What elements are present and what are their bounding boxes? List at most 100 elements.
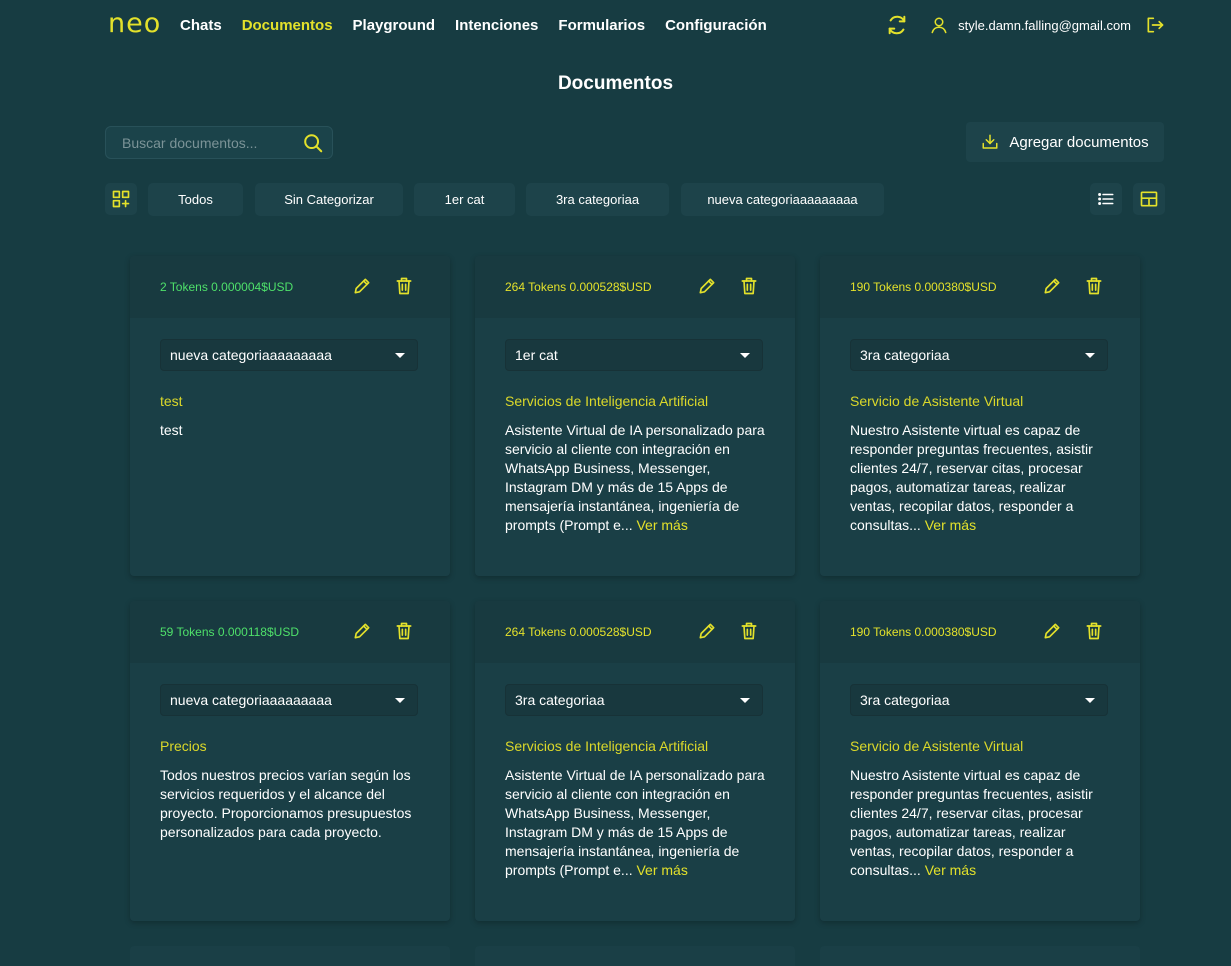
card-header: 264 Tokens 0.000528$USD <box>475 601 795 663</box>
filter-chip-3ra-categoriaa[interactable]: 3ra categoriaa <box>526 183 669 216</box>
edit-icon[interactable] <box>352 276 372 296</box>
list-icon <box>1098 193 1114 205</box>
card-header: 264 Tokens 0.000528$USD <box>475 256 795 318</box>
filter-chip-sin-categorizar[interactable]: Sin Categorizar <box>255 183 403 216</box>
document-body: Nuestro Asistente virtual es capaz de re… <box>850 766 1112 880</box>
document-body: Asistente Virtual de IA personalizado pa… <box>505 766 767 880</box>
download-icon <box>982 134 998 149</box>
category-grid-plus-icon <box>112 190 130 208</box>
nav-links: Chats Documentos Playground Intenciones … <box>180 16 767 36</box>
document-card: 264 Tokens 0.000528$USD 1er cat Servicios … <box>475 256 795 576</box>
ver-mas-link[interactable]: Ver más <box>925 517 976 533</box>
trash-icon[interactable] <box>1084 276 1104 296</box>
category-select-value: 3ra categoriaa <box>515 692 605 708</box>
document-body: Asistente Virtual de IA personalizado pa… <box>505 421 767 535</box>
token-count: 264 Tokens 0.000528$USD <box>505 625 652 639</box>
document-excerpt: Todos nuestros precios varían según los … <box>160 767 412 840</box>
token-count: 59 Tokens 0.000118$USD <box>160 625 299 639</box>
nav-link-playground[interactable]: Playground <box>353 16 436 36</box>
category-select[interactable]: nueva categoriaaaaaaaaa <box>160 339 418 371</box>
category-select[interactable]: nueva categoriaaaaaaaaa <box>160 684 418 716</box>
document-body: Todos nuestros precios varían según los … <box>160 766 422 842</box>
list-view-button[interactable] <box>1090 183 1122 215</box>
edit-icon[interactable] <box>352 621 372 641</box>
document-title: Servicios de Inteligencia Artificial <box>505 738 709 754</box>
document-title: Servicio de Asistente Virtual <box>850 393 1024 409</box>
document-card-partial <box>820 946 1140 966</box>
add-category-button[interactable] <box>105 183 137 215</box>
nav-user-area: style.damn.falling@gmail.com <box>886 14 1165 36</box>
add-documents-label: Agregar documentos <box>1009 133 1149 151</box>
category-select[interactable]: 3ra categoriaa <box>850 684 1108 716</box>
nav-link-configuracion[interactable]: Configuración <box>665 16 767 36</box>
chevron-down-icon <box>1085 353 1095 358</box>
category-select-value: nueva categoriaaaaaaaaa <box>170 347 332 363</box>
nav-link-intenciones[interactable]: Intenciones <box>455 16 538 36</box>
user-icon <box>931 17 947 34</box>
document-card: 190 Tokens 0.000380$USD 3ra categoriaa Ser… <box>820 601 1140 921</box>
document-card: 2 Tokens 0.000004$USD nueva categoriaaaaa… <box>130 256 450 576</box>
document-excerpt: Asistente Virtual de IA personalizado pa… <box>505 422 765 533</box>
chevron-down-icon <box>740 698 750 703</box>
nav-link-formularios[interactable]: Formularios <box>558 16 645 36</box>
document-card: 190 Tokens 0.000380$USD 3ra categoriaa Ser… <box>820 256 1140 576</box>
category-select-value: nueva categoriaaaaaaaaa <box>170 692 332 708</box>
card-header: 190 Tokens 0.000380$USD <box>820 256 1140 318</box>
category-select-value: 3ra categoriaa <box>860 692 950 708</box>
token-count: 264 Tokens 0.000528$USD <box>505 280 652 294</box>
document-card: 264 Tokens 0.000528$USD 3ra categoriaa Ser… <box>475 601 795 921</box>
document-title: Servicios de Inteligencia Artificial <box>505 393 709 409</box>
card-layout-icon <box>1140 191 1158 207</box>
document-excerpt: Asistente Virtual de IA personalizado pa… <box>505 767 765 878</box>
sync-icon[interactable] <box>886 14 908 36</box>
category-select-value: 3ra categoriaa <box>860 347 950 363</box>
nav-link-documentos[interactable]: Documentos <box>242 16 333 36</box>
logout-icon[interactable] <box>1145 15 1165 35</box>
filter-chip-nueva-categoria[interactable]: nueva categoriaaaaaaaaa <box>681 183 884 216</box>
category-select[interactable]: 3ra categoriaa <box>505 684 763 716</box>
filter-chip-todos[interactable]: Todos <box>148 183 243 216</box>
category-select-value: 1er cat <box>515 347 558 363</box>
chevron-down-icon <box>395 698 405 703</box>
page-title: Documentos <box>557 73 674 94</box>
card-header: 59 Tokens 0.000118$USD <box>130 601 450 663</box>
search-box <box>105 126 333 159</box>
trash-icon[interactable] <box>394 621 414 641</box>
document-body: Nuestro Asistente virtual es capaz de re… <box>850 421 1112 535</box>
document-title: test <box>160 393 183 409</box>
neo-logo[interactable]: neo <box>108 9 161 39</box>
category-select[interactable]: 3ra categoriaa <box>850 339 1108 371</box>
token-count: 2 Tokens 0.000004$USD <box>160 280 294 294</box>
add-documents-button[interactable]: Agregar documentos <box>966 122 1164 162</box>
edit-icon[interactable] <box>1042 276 1062 296</box>
ver-mas-link[interactable]: Ver más <box>636 517 687 533</box>
trash-icon[interactable] <box>1084 621 1104 641</box>
top-nav: neo Chats Documentos Playground Intencio… <box>0 0 1231 52</box>
trash-icon[interactable] <box>739 276 759 296</box>
search-icon[interactable] <box>302 132 324 154</box>
card-header: 2 Tokens 0.000004$USD <box>130 256 450 318</box>
document-title: Precios <box>160 738 207 754</box>
edit-icon[interactable] <box>1042 621 1062 641</box>
ver-mas-link[interactable]: Ver más <box>925 862 976 878</box>
edit-icon[interactable] <box>697 276 717 296</box>
user-email: style.damn.falling@gmail.com <box>958 17 1131 33</box>
document-card-partial <box>475 946 795 966</box>
document-title: Servicio de Asistente Virtual <box>850 738 1024 754</box>
document-card: 59 Tokens 0.000118$USD nueva categoriaaaa… <box>130 601 450 921</box>
document-excerpt: test <box>160 422 183 438</box>
category-select[interactable]: 1er cat <box>505 339 763 371</box>
trash-icon[interactable] <box>739 621 759 641</box>
nav-link-chats[interactable]: Chats <box>180 16 222 36</box>
token-count: 190 Tokens 0.000380$USD <box>850 280 997 294</box>
filter-chip-1er-cat[interactable]: 1er cat <box>414 183 515 216</box>
card-view-button[interactable] <box>1133 183 1165 215</box>
chevron-down-icon <box>1085 698 1095 703</box>
document-card-partial <box>130 946 450 966</box>
search-input[interactable] <box>116 127 308 158</box>
trash-icon[interactable] <box>394 276 414 296</box>
document-body: test <box>160 421 422 440</box>
edit-icon[interactable] <box>697 621 717 641</box>
chevron-down-icon <box>740 353 750 358</box>
ver-mas-link[interactable]: Ver más <box>636 862 687 878</box>
